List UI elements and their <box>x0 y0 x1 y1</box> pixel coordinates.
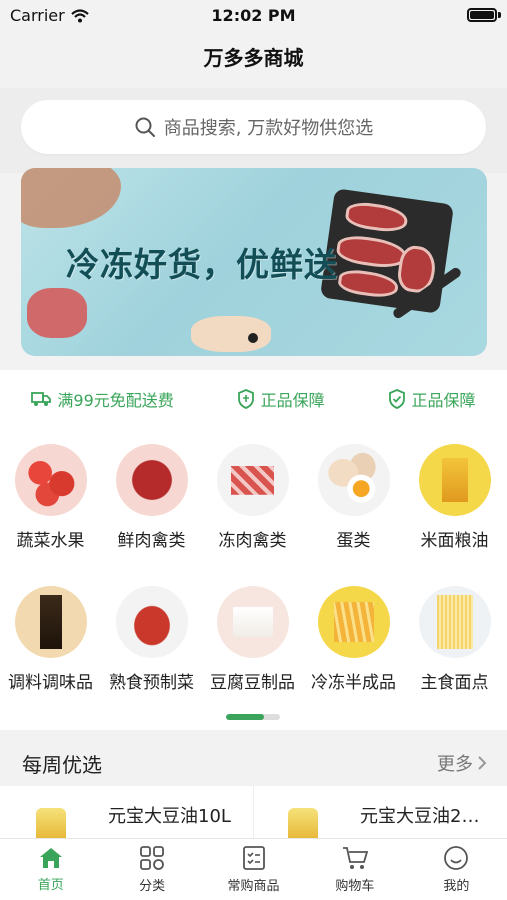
service-free-delivery: 满99元免配送费 <box>31 387 174 411</box>
list-icon <box>242 846 265 870</box>
tab-label: 常购商品 <box>227 879 280 894</box>
service-label: 满99元免配送费 <box>57 391 174 410</box>
category-label: 蛋类 <box>336 531 371 551</box>
tab-frequent[interactable]: 常购商品 <box>203 839 304 900</box>
service-label: 正品保障 <box>411 391 476 410</box>
product-name: 元宝大豆油10L <box>108 806 231 827</box>
pager-indicator <box>226 714 264 720</box>
status-bar: Carrier 12:02 PM <box>0 0 507 30</box>
egg-icon <box>317 444 390 516</box>
shrimp-image <box>21 168 121 228</box>
category-label: 冻肉禽类 <box>218 531 287 551</box>
status-time: 12:02 PM <box>211 6 296 25</box>
category-pager <box>226 714 280 720</box>
category-vegetables-fruits[interactable]: 蔬菜水果 <box>0 444 101 551</box>
weekly-header: 每周优选 更多 <box>0 738 507 786</box>
tofu-icon <box>216 586 289 658</box>
battery-icon <box>467 8 497 22</box>
cart-icon <box>342 847 369 869</box>
search-area: 商品搜索, 万款好物供您选 <box>0 88 507 173</box>
category-seasoning[interactable]: 调料调味品 <box>0 586 101 693</box>
steak-image <box>335 233 409 271</box>
category-grid: 蔬菜水果 鲜肉禽类 冻肉禽类 蛋类 米面粮油 调料调味品 熟食预制菜 豆腐豆制品… <box>0 428 507 730</box>
shield-icon <box>237 389 254 409</box>
product-card[interactable]: 元宝大豆油10L <box>0 786 253 838</box>
tab-label: 分类 <box>139 879 166 894</box>
tab-label: 购物车 <box>335 879 375 894</box>
product-thumbnail <box>36 808 66 838</box>
smile-icon <box>444 846 469 870</box>
category-icon <box>140 846 165 870</box>
product-card[interactable]: 元宝大豆油2… <box>254 786 507 838</box>
category-frozen-semi[interactable]: 冷冻半成品 <box>303 586 404 693</box>
tab-label: 我的 <box>443 879 470 894</box>
category-label: 米面粮油 <box>420 531 489 551</box>
category-eggs[interactable]: 蛋类 <box>303 444 404 551</box>
category-rice-flour-oil[interactable]: 米面粮油 <box>404 444 505 551</box>
category-staple-pastry[interactable]: 主食面点 <box>404 586 505 693</box>
crayfish-icon <box>115 586 188 658</box>
category-label: 主食面点 <box>420 673 489 693</box>
chevron-right-icon <box>478 756 487 770</box>
category-tofu[interactable]: 豆腐豆制品 <box>202 586 303 693</box>
category-label: 熟食预制菜 <box>109 673 194 693</box>
category-label: 豆腐豆制品 <box>210 673 295 693</box>
category-label: 调料调味品 <box>8 673 93 693</box>
service-strip: 满99元免配送费 正品保障 正品保障 <box>0 370 507 428</box>
product-thumbnail <box>288 808 318 838</box>
steak-image <box>336 267 400 300</box>
category-frozen-meat[interactable]: 冻肉禽类 <box>202 444 303 551</box>
battery-tip <box>498 12 501 18</box>
search-placeholder: 商品搜索, 万款好物供您选 <box>163 118 374 139</box>
oil-bottle-icon <box>418 444 491 516</box>
category-label: 蔬菜水果 <box>16 531 85 551</box>
frozen-meat-roll-icon <box>216 444 289 516</box>
tab-me[interactable]: 我的 <box>406 839 507 900</box>
tomato-icon <box>14 444 87 516</box>
meat-image <box>27 288 87 338</box>
fries-icon <box>317 586 390 658</box>
service-genuine: 正品保障 <box>237 387 325 411</box>
category-fresh-meat[interactable]: 鲜肉禽类 <box>101 444 202 551</box>
service-label: 正品保障 <box>260 391 325 410</box>
home-icon <box>39 848 62 868</box>
meat-icon <box>115 444 188 516</box>
shield-check-icon <box>388 389 405 409</box>
section-title: 每周优选 <box>22 753 102 777</box>
page-title: 万多多商城 <box>203 46 304 70</box>
truck-icon <box>31 392 52 406</box>
more-label: 更多 <box>437 754 473 775</box>
grill-pan-image <box>319 188 455 314</box>
tab-category[interactable]: 分类 <box>101 839 202 900</box>
noodles-icon <box>418 586 491 658</box>
search-input[interactable]: 商品搜索, 万款好物供您选 <box>21 100 486 154</box>
search-icon <box>135 117 155 137</box>
promo-banner[interactable]: 冷冻好货，优鲜送 <box>21 168 487 356</box>
tab-home[interactable]: 首页 <box>0 839 101 900</box>
category-label: 冷冻半成品 <box>311 673 396 693</box>
banner-headline: 冷冻好货，优鲜送 <box>66 245 338 284</box>
product-list: 元宝大豆油10L 元宝大豆油2… <box>0 786 507 838</box>
tab-cart[interactable]: 购物车 <box>304 839 405 900</box>
steak-image <box>344 200 410 235</box>
category-label: 鲜肉禽类 <box>117 531 186 551</box>
banner-page-dot[interactable] <box>248 333 258 343</box>
tab-bar: 首页 分类 常购商品 购物车 我的 <box>0 838 507 900</box>
tab-label: 首页 <box>37 878 64 893</box>
chicken-image <box>191 316 271 352</box>
service-genuine-2: 正品保障 <box>388 387 476 411</box>
category-cooked-food[interactable]: 熟食预制菜 <box>101 586 202 693</box>
more-link[interactable]: 更多 <box>437 750 487 776</box>
sauce-bottle-icon <box>14 586 87 658</box>
product-name: 元宝大豆油2… <box>360 806 480 827</box>
